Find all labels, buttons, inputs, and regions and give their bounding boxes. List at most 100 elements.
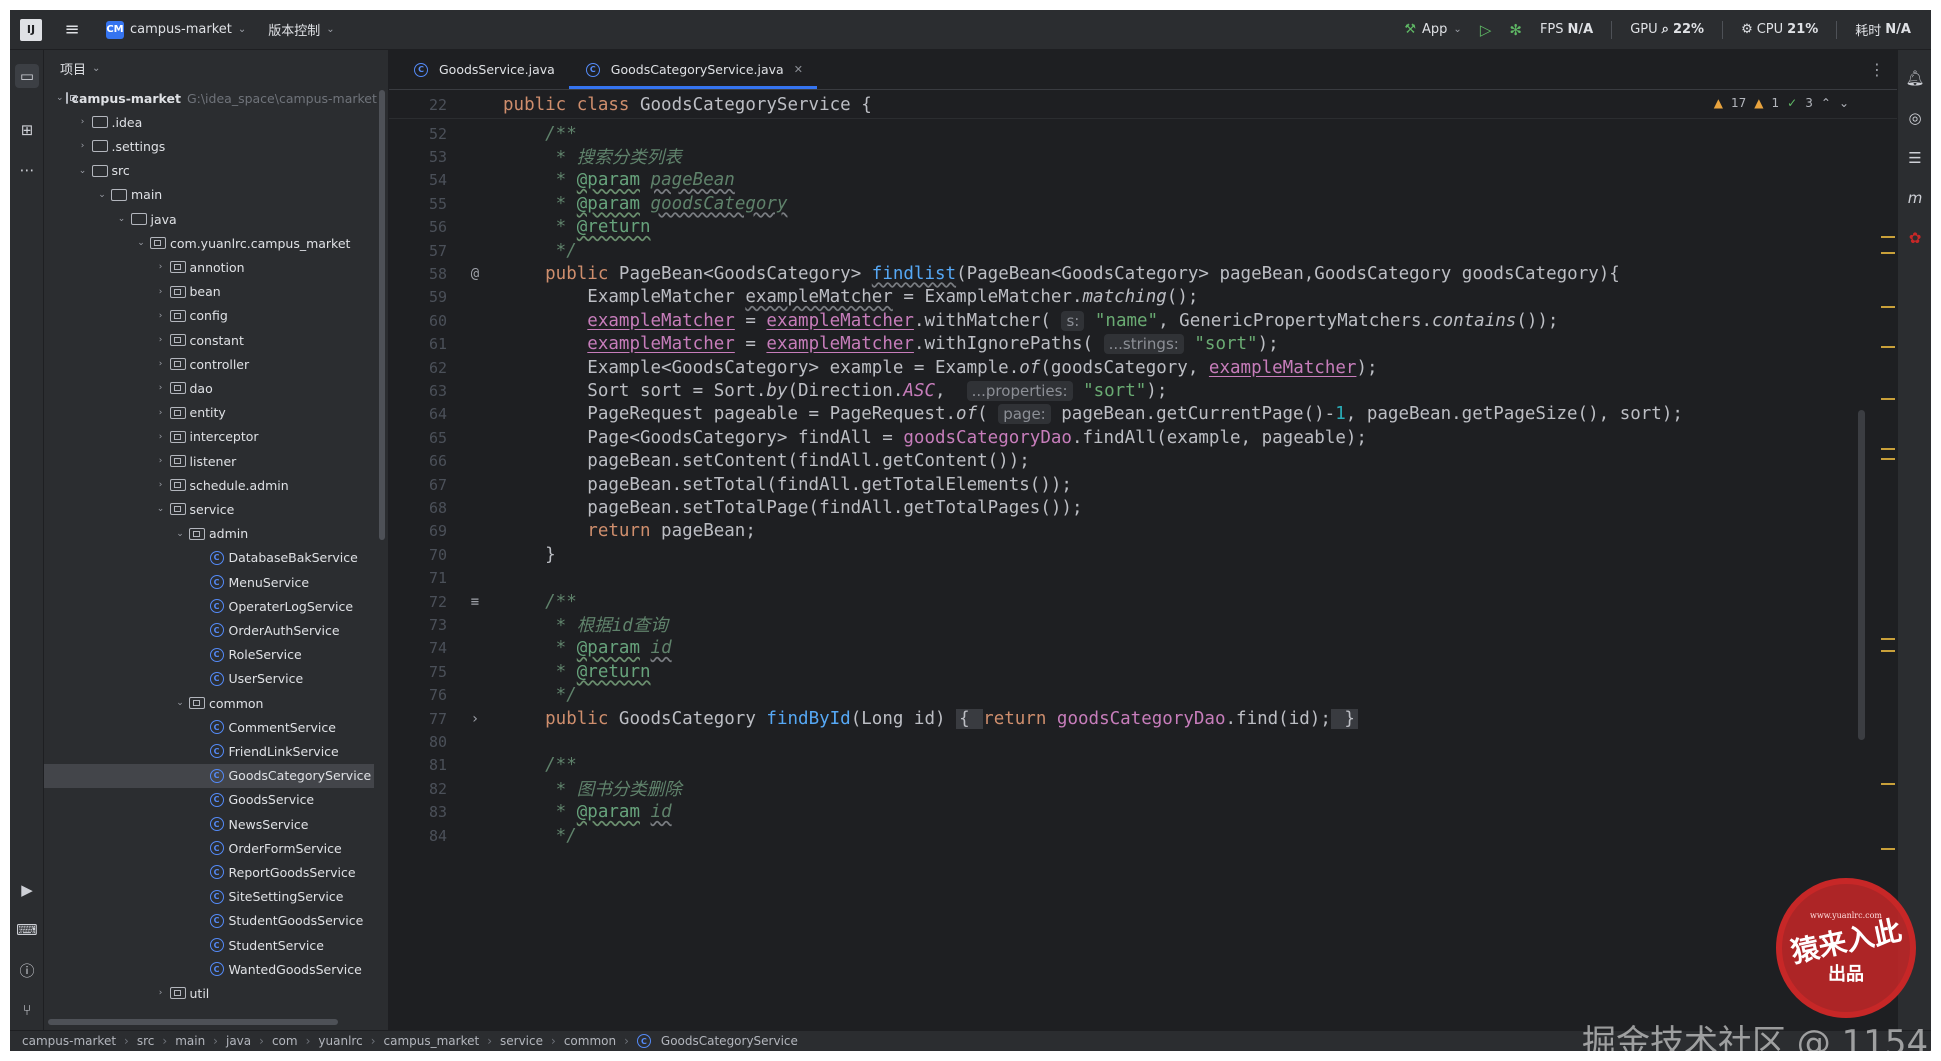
gutter-marker-icon[interactable]: › — [447, 711, 503, 727]
folder-icon[interactable]: ▭ — [15, 64, 39, 88]
line-number[interactable]: 52 — [389, 125, 447, 143]
chevron-right-icon[interactable]: › — [154, 262, 168, 272]
ai-assistant-icon[interactable]: ◎ — [1903, 106, 1927, 130]
line-number[interactable]: 57 — [389, 242, 447, 260]
run-icon[interactable]: ▷ — [1480, 21, 1492, 39]
breadcrumb-item[interactable]: src — [137, 1034, 155, 1048]
line-number[interactable]: 55 — [389, 195, 447, 213]
line-number[interactable]: 69 — [389, 522, 447, 540]
line-number[interactable]: 83 — [389, 803, 447, 821]
line-number[interactable]: 82 — [389, 780, 447, 798]
tree-item-folder[interactable]: ⌄ java — [44, 207, 374, 231]
tree-item-class[interactable]: ›CDatabaseBakService — [44, 546, 374, 570]
tab-goods-service[interactable]: C GoodsService.java — [397, 50, 569, 89]
line-number[interactable]: 74 — [389, 639, 447, 657]
tree-item-class[interactable]: ›CReportGoodsService — [44, 860, 374, 884]
tree-item-folder[interactable]: › config — [44, 304, 374, 328]
chevron-down-icon[interactable]: ⌄ — [154, 504, 168, 514]
tree-item-class[interactable]: ›COrderFormService — [44, 836, 374, 860]
line-number[interactable]: 59 — [389, 288, 447, 306]
tree-item-folder[interactable]: ⌄ common — [44, 691, 374, 715]
error-stripe-marker[interactable] — [1881, 398, 1895, 400]
sticky-header-line[interactable]: 22 public class GoodsCategoryService { — [389, 90, 1897, 119]
maven-icon[interactable]: m — [1903, 186, 1927, 210]
line-number[interactable]: 73 — [389, 616, 447, 634]
database-icon[interactable]: ☰ — [1903, 146, 1927, 170]
more-icon[interactable]: ⋯ — [15, 158, 39, 182]
line-number[interactable]: 67 — [389, 476, 447, 494]
breadcrumb-item[interactable]: service — [500, 1034, 543, 1048]
breadcrumb-item[interactable]: java — [226, 1034, 251, 1048]
breadcrumb-item[interactable]: campus-market — [22, 1034, 116, 1048]
breadcrumb-item[interactable]: yuanlrc — [318, 1034, 362, 1048]
tree-item-class[interactable]: ›COperaterLogService — [44, 594, 374, 618]
chevron-right-icon[interactable]: › — [154, 335, 168, 345]
line-number[interactable]: 62 — [389, 359, 447, 377]
chevron-down-icon[interactable]: ⌄ — [76, 166, 90, 176]
breadcrumb-item[interactable]: GoodsCategoryService — [661, 1034, 798, 1048]
project-panel-header[interactable]: 项目 ⌄ — [44, 50, 388, 86]
tree-item-folder[interactable]: › annotion — [44, 255, 374, 279]
tab-goods-category-service[interactable]: C GoodsCategoryService.java ✕ — [568, 50, 818, 89]
tree-item-class[interactable]: ›COrderAuthService — [44, 618, 374, 642]
line-number[interactable]: 65 — [389, 429, 447, 447]
tree-item-folder[interactable]: › util — [44, 981, 374, 1005]
inspection-widget[interactable]: ▲ 17 ▲ 1 ✓ 3 ⌃ ⌄ — [1714, 96, 1849, 110]
error-stripe-marker[interactable] — [1881, 650, 1895, 652]
chevron-right-icon[interactable]: › — [154, 383, 168, 393]
chevron-down-icon[interactable]: ⌄ — [173, 698, 187, 708]
line-number[interactable]: 71 — [389, 569, 447, 587]
chevron-right-icon[interactable]: › — [154, 311, 168, 321]
editor-scrollbar[interactable] — [1858, 410, 1865, 740]
line-number[interactable]: 61 — [389, 335, 447, 353]
breadcrumb-item[interactable]: campus_market — [384, 1034, 480, 1048]
tree-item-folder[interactable]: ⌄ com.yuanlrc.campus_market — [44, 231, 374, 255]
tree-item-folder[interactable]: › dao — [44, 376, 374, 400]
error-stripe-marker[interactable] — [1881, 848, 1895, 850]
chevron-up-icon[interactable]: ⌃ — [1821, 96, 1831, 110]
chevron-down-icon[interactable]: ⌄ — [1839, 96, 1849, 110]
jetbrains-logo-icon[interactable]: IJ — [20, 18, 42, 41]
chevron-down-icon[interactable]: ⌄ — [173, 529, 187, 539]
tree-item-class[interactable]: ›CRoleService — [44, 643, 374, 667]
tree-item-folder[interactable]: › .idea — [44, 110, 374, 134]
line-number[interactable]: 63 — [389, 382, 447, 400]
chevron-right-icon[interactable]: › — [154, 480, 168, 490]
chevron-down-icon[interactable]: ⌄ — [134, 238, 148, 248]
line-number[interactable]: 76 — [389, 686, 447, 704]
plugin-icon[interactable]: ✿ — [1903, 226, 1927, 250]
tree-item-folder[interactable]: › schedule.admin — [44, 473, 374, 497]
tree-item-folder[interactable]: › constant — [44, 328, 374, 352]
git-icon[interactable]: ⑂ — [15, 998, 39, 1022]
tree-item-class[interactable]: ›CWantedGoodsService — [44, 957, 374, 981]
chevron-right-icon[interactable]: › — [154, 287, 168, 297]
tree-item-class[interactable]: ›CStudentService — [44, 933, 374, 957]
tree-item-folder[interactable]: › controller — [44, 352, 374, 376]
tree-item-class[interactable]: ›CUserService — [44, 667, 374, 691]
line-number[interactable]: 56 — [389, 218, 447, 236]
error-stripe-marker[interactable] — [1881, 252, 1895, 254]
error-stripe-marker[interactable] — [1881, 783, 1895, 785]
notifications-icon[interactable]: 🔔︎ — [1903, 66, 1927, 90]
line-number[interactable]: 66 — [389, 452, 447, 470]
breadcrumb-item[interactable]: common — [564, 1034, 616, 1048]
code-line[interactable]: 84 */ — [389, 821, 1897, 850]
tree-item-class[interactable]: ›CGoodsService — [44, 788, 374, 812]
tree-item-class[interactable]: ›CFriendLinkService — [44, 739, 374, 763]
error-stripe-marker[interactable] — [1881, 458, 1895, 460]
tree-item-folder[interactable]: › .settings — [44, 134, 374, 158]
tree-item-folder[interactable]: › listener — [44, 449, 374, 473]
error-stripe-marker[interactable] — [1881, 448, 1895, 450]
line-number[interactable]: 77 — [389, 710, 447, 728]
tree-item-class[interactable]: ›CGoodsCategoryService — [44, 763, 374, 788]
project-switcher[interactable]: CM campus-market ⌄ — [100, 16, 252, 44]
line-number[interactable]: 58 — [389, 265, 447, 283]
gutter-marker-icon[interactable]: @ — [447, 266, 503, 282]
chevron-down-icon[interactable]: ⌄ — [115, 214, 129, 224]
tree-item-class[interactable]: ›CCommentService — [44, 715, 374, 739]
chevron-down-icon[interactable]: ⌄ — [95, 190, 109, 200]
line-number[interactable]: 70 — [389, 546, 447, 564]
chevron-right-icon[interactable]: › — [76, 141, 90, 151]
tree-item-class[interactable]: ›CSiteSettingService — [44, 885, 374, 909]
line-number[interactable]: 54 — [389, 171, 447, 189]
